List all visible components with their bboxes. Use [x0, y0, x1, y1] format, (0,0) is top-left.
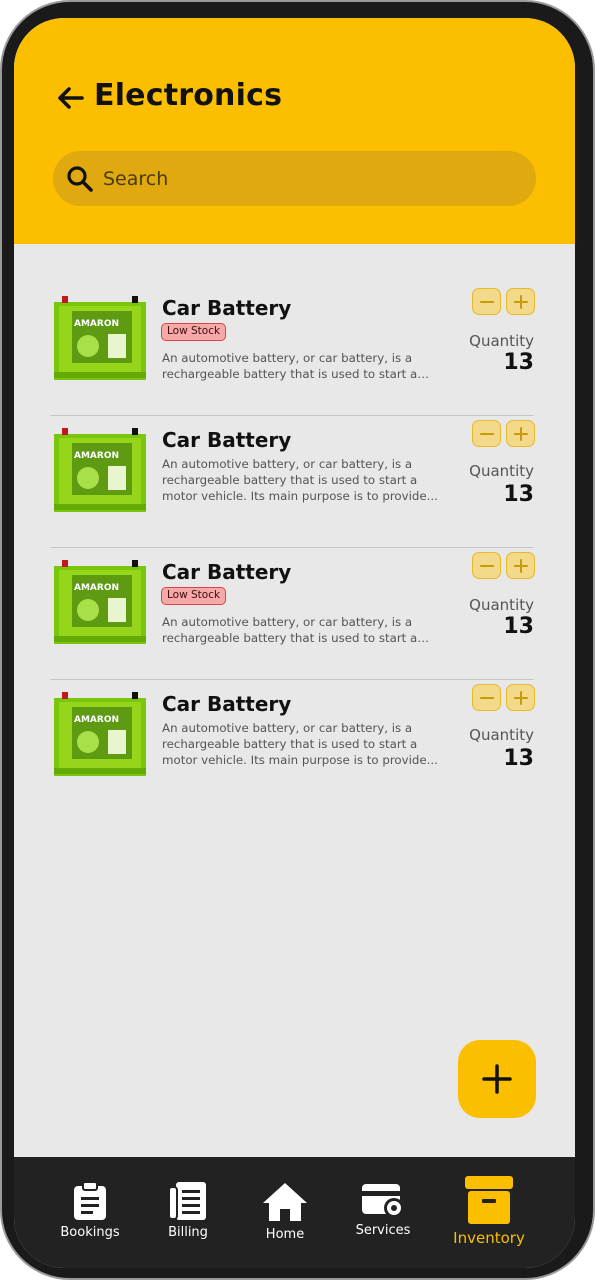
plus-icon [513, 690, 528, 705]
svg-text:AMARON: AMARON [74, 583, 119, 593]
item-title: Car Battery [162, 560, 292, 584]
increment-button[interactable] [506, 420, 535, 447]
nav-item-billing[interactable]: Billing [138, 1157, 238, 1257]
search-icon [67, 165, 93, 192]
battery-image: AMARON [54, 428, 146, 512]
battery-image: AMARON [54, 560, 146, 644]
item-description: An automotive battery, or car battery, i… [162, 457, 438, 503]
plus-icon [513, 558, 528, 573]
item-description: An automotive battery, or car battery, i… [162, 351, 418, 381]
quantity-label: Quantity [469, 332, 534, 350]
arrow-left-icon [58, 87, 84, 109]
low-stock-badge: Low Stock [161, 587, 227, 605]
item-title: Car Battery [162, 296, 292, 320]
nav-label: Billing [168, 1225, 208, 1240]
search-input[interactable] [103, 167, 483, 190]
back-button[interactable] [54, 82, 86, 114]
bottom-nav: Bookings Billing Home Services Inventory [14, 1157, 575, 1268]
svg-text:AMARON: AMARON [74, 319, 119, 329]
home-icon [263, 1183, 307, 1221]
increment-button[interactable] [506, 552, 535, 579]
nav-item-services[interactable]: Services [333, 1157, 433, 1257]
svg-text:AMARON: AMARON [74, 715, 119, 725]
nav-label: Bookings [60, 1225, 120, 1240]
list-item[interactable]: AMARON Car Battery An automotive battery… [50, 680, 535, 812]
item-description: An automotive battery, or car battery, i… [162, 721, 438, 767]
item-description: An automotive battery, or car battery, i… [162, 615, 418, 645]
plus-icon [513, 426, 528, 441]
nav-item-inventory[interactable]: Inventory [439, 1157, 539, 1257]
decrement-button[interactable] [472, 552, 501, 579]
minus-icon [479, 564, 494, 567]
list-item[interactable]: AMARON Car Battery Low Stock An automoti… [50, 548, 535, 680]
decrement-button[interactable] [472, 684, 501, 711]
nav-label: Services [355, 1223, 411, 1238]
increment-button[interactable] [506, 684, 535, 711]
quantity-label: Quantity [469, 596, 534, 614]
battery-image: AMARON [54, 692, 146, 776]
decrement-button[interactable] [472, 420, 501, 447]
battery-image: AMARON [54, 296, 146, 380]
list-item[interactable]: AMARON Car Battery Low Stock An automoti… [50, 284, 535, 416]
list-item[interactable]: AMARON Car Battery An automotive battery… [50, 416, 535, 548]
page-title: Electronics [94, 78, 283, 113]
quantity-label: Quantity [469, 462, 534, 480]
minus-icon [479, 696, 494, 699]
nav-label: Home [265, 1227, 305, 1242]
header: Electronics [14, 18, 575, 244]
receipt-icon [168, 1182, 206, 1220]
nav-item-home[interactable]: Home [235, 1157, 335, 1257]
minus-icon [479, 300, 494, 303]
decrement-button[interactable] [472, 288, 501, 315]
services-card-gear-icon [362, 1184, 404, 1218]
item-title: Car Battery [162, 428, 292, 452]
minus-icon [479, 432, 494, 435]
quantity-value: 13 [503, 746, 534, 771]
nav-label: Inventory [453, 1229, 525, 1247]
svg-text:AMARON: AMARON [74, 451, 119, 461]
plus-icon [513, 294, 528, 309]
plus-icon [482, 1064, 512, 1094]
search-bar[interactable] [53, 151, 536, 206]
add-item-button[interactable] [458, 1040, 536, 1118]
quantity-value: 13 [503, 350, 534, 375]
increment-button[interactable] [506, 288, 535, 315]
quantity-value: 13 [503, 482, 534, 507]
app-screen: Electronics AMARON Car Batter [14, 18, 575, 1268]
quantity-value: 13 [503, 614, 534, 639]
low-stock-badge: Low Stock [161, 323, 227, 341]
clipboard-icon [74, 1181, 106, 1220]
inventory-box-icon [465, 1176, 513, 1224]
quantity-label: Quantity [469, 726, 534, 744]
item-title: Car Battery [162, 692, 292, 716]
nav-item-bookings[interactable]: Bookings [40, 1157, 140, 1257]
